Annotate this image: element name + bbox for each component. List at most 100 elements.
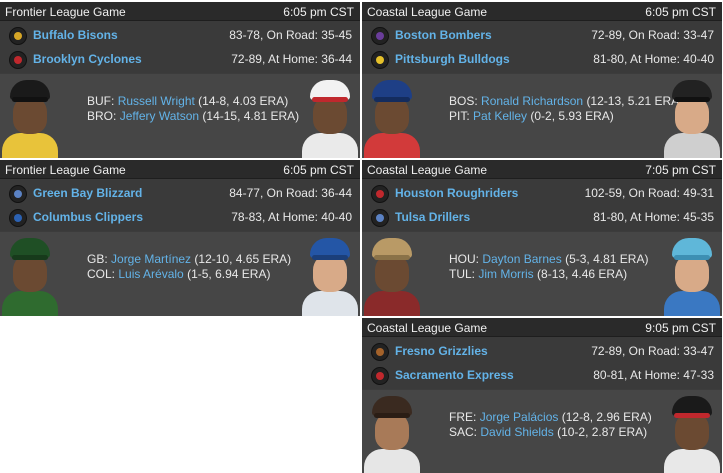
home-pitcher-line: SAC: David Shields (10-2, 2.87 ERA) (449, 425, 647, 439)
away-pitcher-portrait[interactable] (364, 394, 420, 473)
home-pitcher-stats: (8-13, 4.46 ERA) (537, 267, 628, 281)
away-team-link[interactable]: Fresno Grizzlies (395, 344, 488, 358)
pitchers-section: GB: Jorge Martínez (12-10, 4.65 ERA) COL… (0, 232, 360, 316)
home-pitcher-abbr: PIT: (449, 109, 470, 123)
game-time: 7:05 pm CST (645, 163, 716, 177)
bombers-logo-icon (371, 27, 389, 45)
home-team-link[interactable]: Tulsa Drillers (395, 210, 470, 224)
home-pitcher-stats: (0-2, 5.93 ERA) (530, 109, 614, 123)
home-pitcher-portrait[interactable] (664, 236, 720, 316)
away-pitcher-link[interactable]: Russell Wright (118, 94, 195, 108)
bulldogs-logo-icon (371, 51, 389, 69)
game-header: Coastal League Game 9:05 pm CST (362, 318, 722, 337)
game-time: 9:05 pm CST (645, 321, 716, 335)
home-team-row: Brooklyn Cyclones 72-89, At Home: 36-44 (0, 47, 360, 71)
blizzard-logo-icon (9, 185, 27, 203)
away-team-link[interactable]: Buffalo Bisons (33, 28, 118, 42)
home-pitcher-portrait[interactable] (664, 78, 720, 158)
home-pitcher-abbr: TUL: (449, 267, 476, 281)
away-pitcher-line: BOS: Ronald Richardson (12-13, 5.21 ERA) (449, 94, 683, 108)
home-team-row: Sacramento Express 80-81, At Home: 47-33 (362, 363, 722, 387)
home-team-row: Tulsa Drillers 81-80, At Home: 45-35 (362, 205, 722, 229)
home-pitcher-stats: (1-5, 6.94 ERA) (187, 267, 271, 281)
clippers-logo-icon (9, 209, 27, 227)
away-team-row: Buffalo Bisons 83-78, On Road: 35-45 (0, 23, 360, 47)
roughriders-logo-icon (371, 185, 389, 203)
game-card: Coastal League Game 7:05 pm CST Houston … (362, 160, 722, 316)
away-pitcher-portrait[interactable] (2, 78, 58, 158)
league-label: Coastal League Game (367, 163, 488, 177)
away-pitcher-stats: (5-3, 4.81 ERA) (565, 252, 649, 266)
cyclones-logo-icon (9, 51, 27, 69)
teams-section: Green Bay Blizzard 84-77, On Road: 36-44… (0, 179, 360, 231)
home-pitcher-link[interactable]: David Shields (480, 425, 553, 439)
away-team-row: Fresno Grizzlies 72-89, On Road: 33-47 (362, 339, 722, 363)
home-team-link[interactable]: Sacramento Express (395, 368, 514, 382)
away-team-row: Houston Roughriders 102-59, On Road: 49-… (362, 181, 722, 205)
home-team-record: 78-83, At Home: 40-40 (231, 210, 352, 224)
pitchers-section: BUF: Russell Wright (14-8, 4.03 ERA) BRO… (0, 74, 360, 158)
away-team-link[interactable]: Green Bay Blizzard (33, 186, 142, 200)
teams-section: Fresno Grizzlies 72-89, On Road: 33-47 S… (362, 337, 722, 389)
league-label: Frontier League Game (5, 163, 126, 177)
away-pitcher-link[interactable]: Ronald Richardson (481, 94, 583, 108)
away-pitcher-line: FRE: Jorge Palácios (12-8, 2.96 ERA) (449, 410, 652, 424)
away-team-record: 83-78, On Road: 35-45 (229, 28, 352, 42)
drillers-logo-icon (371, 209, 389, 227)
home-team-record: 72-89, At Home: 36-44 (231, 52, 352, 66)
away-pitcher-stats: (14-8, 4.03 ERA) (198, 94, 289, 108)
away-pitcher-portrait[interactable] (364, 78, 420, 158)
pitchers-section: HOU: Dayton Barnes (5-3, 4.81 ERA) TUL: … (362, 232, 722, 316)
teams-section: Houston Roughriders 102-59, On Road: 49-… (362, 179, 722, 231)
game-header: Coastal League Game 7:05 pm CST (362, 160, 722, 179)
home-pitcher-abbr: BRO: (87, 109, 117, 123)
away-team-record: 72-89, On Road: 33-47 (591, 344, 714, 358)
home-team-record: 81-80, At Home: 40-40 (593, 52, 714, 66)
home-pitcher-portrait[interactable] (302, 78, 358, 158)
away-pitcher-abbr: BOS: (449, 94, 478, 108)
home-team-record: 80-81, At Home: 47-33 (593, 368, 714, 382)
game-card: Coastal League Game 9:05 pm CST Fresno G… (362, 318, 722, 473)
away-pitcher-line: HOU: Dayton Barnes (5-3, 4.81 ERA) (449, 252, 648, 266)
home-pitcher-line: PIT: Pat Kelley (0-2, 5.93 ERA) (449, 109, 614, 123)
game-header: Frontier League Game 6:05 pm CST (0, 160, 360, 179)
bisons-logo-icon (9, 27, 27, 45)
away-pitcher-line: BUF: Russell Wright (14-8, 4.03 ERA) (87, 94, 288, 108)
away-pitcher-portrait[interactable] (2, 236, 58, 316)
pitchers-section: FRE: Jorge Palácios (12-8, 2.96 ERA) SAC… (362, 390, 722, 473)
away-team-link[interactable]: Houston Roughriders (395, 186, 518, 200)
home-pitcher-stats: (14-15, 4.81 ERA) (202, 109, 300, 123)
teams-section: Boston Bombers 72-89, On Road: 33-47 Pit… (362, 21, 722, 73)
home-pitcher-link[interactable]: Luis Arévalo (118, 267, 183, 281)
away-pitcher-link[interactable]: Jorge Martínez (111, 252, 191, 266)
home-pitcher-link[interactable]: Jim Morris (478, 267, 533, 281)
express-logo-icon (371, 367, 389, 385)
game-card: Frontier League Game 6:05 pm CST Buffalo… (0, 2, 360, 158)
home-team-link[interactable]: Pittsburgh Bulldogs (395, 52, 510, 66)
home-team-row: Pittsburgh Bulldogs 81-80, At Home: 40-4… (362, 47, 722, 71)
away-pitcher-link[interactable]: Jorge Palácios (480, 410, 559, 424)
away-team-link[interactable]: Boston Bombers (395, 28, 492, 42)
home-pitcher-portrait[interactable] (302, 236, 358, 316)
home-team-row: Columbus Clippers 78-83, At Home: 40-40 (0, 205, 360, 229)
away-pitcher-portrait[interactable] (364, 236, 420, 316)
away-pitcher-abbr: GB: (87, 252, 108, 266)
home-team-link[interactable]: Columbus Clippers (33, 210, 143, 224)
away-pitcher-link[interactable]: Dayton Barnes (482, 252, 561, 266)
pitchers-section: BOS: Ronald Richardson (12-13, 5.21 ERA)… (362, 74, 722, 158)
home-pitcher-link[interactable]: Pat Kelley (473, 109, 527, 123)
home-pitcher-line: BRO: Jeffery Watson (14-15, 4.81 ERA) (87, 109, 299, 123)
game-card: Coastal League Game 6:05 pm CST Boston B… (362, 2, 722, 158)
teams-section: Buffalo Bisons 83-78, On Road: 35-45 Bro… (0, 21, 360, 73)
away-pitcher-abbr: HOU: (449, 252, 479, 266)
away-pitcher-line: GB: Jorge Martínez (12-10, 4.65 ERA) (87, 252, 291, 266)
league-label: Coastal League Game (367, 5, 488, 19)
game-time: 6:05 pm CST (645, 5, 716, 19)
home-team-link[interactable]: Brooklyn Cyclones (33, 52, 142, 66)
home-pitcher-link[interactable]: Jeffery Watson (120, 109, 199, 123)
game-time: 6:05 pm CST (283, 163, 354, 177)
away-team-row: Green Bay Blizzard 84-77, On Road: 36-44 (0, 181, 360, 205)
league-label: Frontier League Game (5, 5, 126, 19)
home-pitcher-portrait[interactable] (664, 394, 720, 473)
game-card: Frontier League Game 6:05 pm CST Green B… (0, 160, 360, 316)
